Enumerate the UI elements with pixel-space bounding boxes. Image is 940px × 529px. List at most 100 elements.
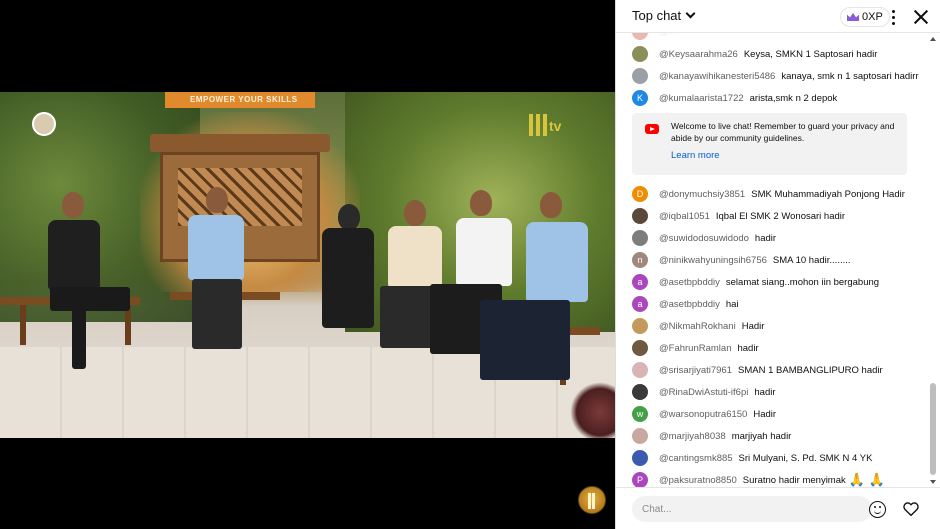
bench-leg: [20, 305, 26, 345]
author-avatar[interactable]: [632, 450, 648, 466]
chat-mode-label: Top chat: [632, 8, 682, 23]
author-avatar[interactable]: [632, 340, 648, 356]
chat-message[interactable]: w @warsonoputra6150 Hadir: [616, 403, 934, 425]
chat-author[interactable]: @FahrunRamlan: [659, 343, 731, 354]
chat-message[interactable]: @marjiyah8038 marjiyah hadir: [616, 425, 934, 447]
scroll-down-icon[interactable]: [930, 480, 936, 484]
chat-message[interactable]: @iqbal1051 Iqbal El SMK 2 Wonosari hadir: [616, 205, 934, 227]
scroll-up-icon[interactable]: [930, 37, 936, 41]
author-avatar[interactable]: [632, 428, 648, 444]
chat-author[interactable]: @marjiyah8038: [659, 431, 726, 442]
chat-scrollbar[interactable]: [929, 33, 937, 487]
chat-author[interactable]: @NikmahRokhani: [659, 321, 736, 332]
chat-text: Hadir: [753, 408, 777, 420]
chat-author[interactable]: @kumalaarista1722: [659, 93, 744, 104]
chat-text: kanaya, smk n 1 saptosari hadirr: [781, 70, 919, 82]
live-chat-panel: Top chat 0XP @… @Keysaarahma26 Keysa, SMK…: [615, 0, 940, 529]
chat-message-partial: @…: [616, 33, 934, 43]
author-avatar[interactable]: n: [632, 252, 648, 268]
chat-author[interactable]: @RinaDwiAstuti-if6pi: [659, 387, 748, 398]
chat-author[interactable]: @srisarjiyati7961: [659, 365, 732, 376]
chat-text: Sri Mulyani, S. Pd. SMK N 4 YK: [738, 452, 873, 464]
chat-message[interactable]: @FahrunRamlan hadir: [616, 337, 934, 359]
author-avatar[interactable]: [632, 46, 648, 62]
chat-author[interactable]: @ninikwahyuningsih6756: [659, 255, 767, 266]
chat-message[interactable]: @suwidodosuwidodo hadir: [616, 227, 934, 249]
learn-more-link[interactable]: Learn more: [671, 150, 720, 161]
chat-mode-dropdown[interactable]: Top chat: [632, 8, 696, 23]
author-avatar[interactable]: w: [632, 406, 648, 422]
chat-message-list[interactable]: @… @Keysaarahma26 Keysa, SMKN 1 Saptosari…: [616, 33, 934, 487]
author-avatar[interactable]: K: [632, 90, 648, 106]
chat-messages-after: D @donymuchsiy3851 SMK Muhammadiyah Ponjon…: [616, 183, 934, 487]
chat-text: SMK Muhammadiyah Ponjong Hadir: [751, 188, 905, 200]
praying-hands-emoji: 🙏 🙏: [848, 472, 885, 487]
author-avatar[interactable]: [632, 384, 648, 400]
panelist-1: [40, 192, 130, 372]
chat-author[interactable]: @suwidodosuwidodo: [659, 233, 749, 244]
studio-banner-text: EMPOWER YOUR SKILLS: [190, 95, 298, 104]
chat-author[interactable]: @asetbpbddiy: [659, 277, 720, 288]
chat-text: Hadir: [741, 320, 765, 332]
chat-message[interactable]: @kanayawihikanesteri5486 kanaya, smk n 1 …: [616, 65, 934, 87]
video-player[interactable]: EMPOWER YOUR SKILLS tv: [0, 0, 615, 529]
chat-author[interactable]: @warsonoputra6150: [659, 409, 747, 420]
welcome-notice: Welcome to live chat! Remember to guard …: [632, 113, 907, 175]
author-avatar[interactable]: [632, 318, 648, 334]
chat-message[interactable]: K @kumalaarista1722 arista,smk n 2 depok: [616, 87, 934, 109]
video-frame[interactable]: EMPOWER YOUR SKILLS tv: [0, 92, 615, 438]
chat-text: hai: [725, 298, 739, 310]
channel-avatar[interactable]: [578, 486, 606, 514]
chat-message[interactable]: P @paksuratno8850 Suratno hadir menyimak 🙏 …: [616, 469, 934, 487]
author-avatar[interactable]: P: [632, 472, 648, 487]
chat-author[interactable]: @kanayawihikanesteri5486: [659, 71, 775, 82]
chat-text: hadir: [754, 386, 776, 398]
chat-author[interactable]: @paksuratno8850: [659, 475, 737, 486]
author-avatar[interactable]: [632, 68, 648, 84]
author-avatar[interactable]: D: [632, 186, 648, 202]
chat-text: Keysa, SMKN 1 Saptosari hadir: [743, 48, 878, 60]
author-avatar[interactable]: a: [632, 296, 648, 312]
author-avatar[interactable]: [632, 208, 648, 224]
crown-icon: [847, 13, 859, 21]
xp-badge[interactable]: 0XP: [840, 7, 890, 27]
chat-text: Iqbal El SMK 2 Wonosari hadir: [715, 210, 846, 222]
chat-message[interactable]: @cantingsmk885 Sri Mulyani, S. Pd. SMK N …: [616, 447, 934, 469]
chat-author[interactable]: @asetbpbddiy: [659, 299, 720, 310]
author-avatar[interactable]: a: [632, 274, 648, 290]
chat-message[interactable]: a @asetbpbddiy hai: [616, 293, 934, 315]
author-avatar[interactable]: [632, 230, 648, 246]
scrollbar-thumb[interactable]: [930, 383, 936, 475]
chat-message[interactable]: @srisarjiyati7961 SMAN 1 BAMBANGLIPURO ha…: [616, 359, 934, 381]
chat-author[interactable]: @Keysaarahma26: [659, 49, 738, 60]
chat-author[interactable]: @iqbal1051: [659, 211, 710, 222]
chat-text: hadir: [754, 232, 777, 244]
more-options-icon[interactable]: [884, 7, 902, 27]
welcome-text: Welcome to live chat! Remember to guard …: [671, 121, 895, 143]
chat-message[interactable]: n @ninikwahyuningsih6756 SMA 10 hadir.....…: [616, 249, 934, 271]
emoji-icon[interactable]: [869, 501, 886, 518]
chat-message[interactable]: D @donymuchsiy3851 SMK Muhammadiyah Ponjon…: [616, 183, 934, 205]
chat-author[interactable]: @cantingsmk885: [659, 453, 733, 464]
chat-author: @…: [659, 33, 678, 38]
chat-text: marjiyah hadir: [731, 430, 792, 442]
author-avatar: [632, 33, 648, 40]
chat-author[interactable]: @donymuchsiy3851: [659, 189, 745, 200]
chat-footer: [616, 487, 940, 529]
heart-icon[interactable]: [902, 500, 920, 518]
chat-message[interactable]: a @asetbpbddiy selamat siang..mohon iin be…: [616, 271, 934, 293]
chat-message[interactable]: @Keysaarahma26 Keysa, SMKN 1 Saptosari ha…: [616, 43, 934, 65]
youtube-icon: [645, 124, 659, 134]
chat-input[interactable]: [632, 496, 872, 522]
author-avatar[interactable]: [632, 362, 648, 378]
chat-message[interactable]: @RinaDwiAstuti-if6pi hadir: [616, 381, 934, 403]
chat-text: SMA 10 hadir........: [772, 254, 851, 266]
chat-header: Top chat 0XP: [616, 0, 940, 33]
chat-messages-before: @Keysaarahma26 Keysa, SMKN 1 Saptosari ha…: [616, 43, 934, 109]
chat-message[interactable]: @NikmahRokhani Hadir: [616, 315, 934, 337]
channel-watermark-logo: [32, 112, 102, 138]
close-icon[interactable]: [912, 8, 930, 26]
xp-label: 0XP: [862, 11, 883, 23]
chat-text: SMAN 1 BAMBANGLIPURO hadir: [738, 364, 883, 376]
chevron-down-icon: [685, 8, 696, 19]
